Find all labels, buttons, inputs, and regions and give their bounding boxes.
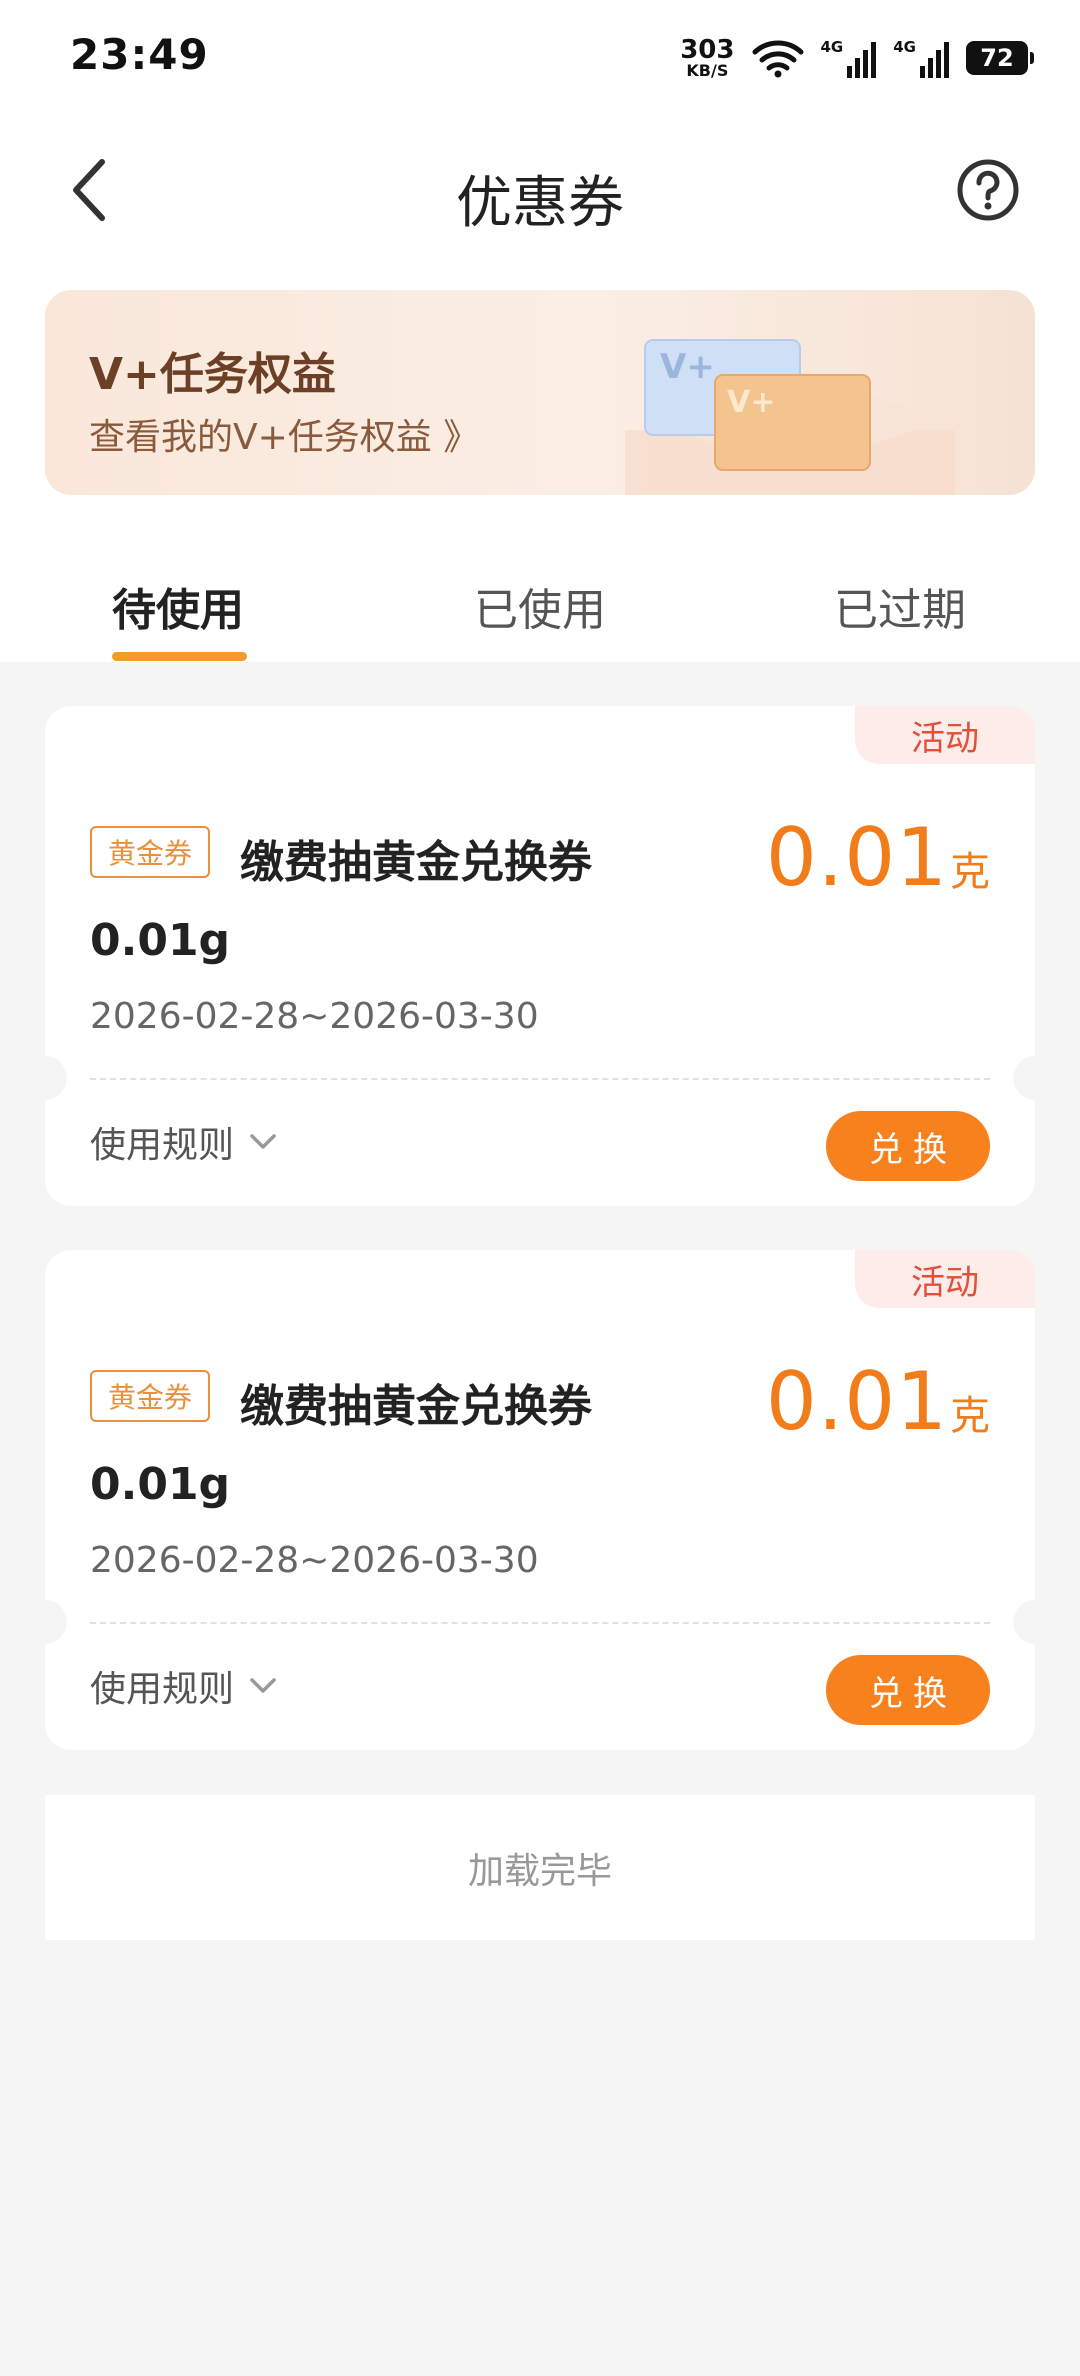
coupon-amount-value: 0.01 xyxy=(765,811,948,904)
banner-link[interactable]: 查看我的V+任务权益 》 xyxy=(89,408,479,460)
coupon-amount-unit: 克 xyxy=(950,849,990,895)
dashed-divider xyxy=(90,1078,990,1080)
vplus-banner[interactable]: V+任务权益 查看我的V+任务权益 》 V+ V+ xyxy=(45,290,1035,495)
chevron-down-icon xyxy=(250,1678,276,1693)
activity-badge: 活动 xyxy=(855,1250,1035,1308)
usage-rules-toggle[interactable]: 使用规则 xyxy=(90,1116,278,1168)
coupon-amount: 0.01 克 xyxy=(766,811,990,904)
active-tab-indicator xyxy=(112,652,247,661)
svg-text:V+: V+ xyxy=(727,385,775,420)
signal-bars-icon xyxy=(847,42,877,78)
redeem-button[interactable]: 兑换 xyxy=(826,1111,990,1181)
vplus-cards-illustration: V+ V+ xyxy=(625,339,955,495)
status-bar: 23:49 303 KB/S 4G 4G 72 xyxy=(0,0,1080,118)
signal-tag-2: 4G xyxy=(893,38,916,56)
chevron-down-icon xyxy=(250,1134,276,1149)
question-circle-icon xyxy=(957,159,1019,221)
tab-unused[interactable]: 待使用 xyxy=(112,574,244,638)
help-button[interactable] xyxy=(956,158,1020,222)
wifi-icon xyxy=(752,40,803,78)
usage-rules-label: 使用规则 xyxy=(90,1125,235,1166)
tab-used[interactable]: 已使用 xyxy=(474,574,606,638)
coupon-card: 活动 缴费抽黄金兑换券 0.01g 黄金券 0.01 克 2026-02-28~… xyxy=(45,1250,1035,1750)
network-speed: 303 KB/S xyxy=(680,37,734,79)
card-notch xyxy=(45,1600,67,1644)
cellular-signal-2: 4G xyxy=(893,38,950,78)
coupon-date-range: 2026-02-28~2026-03-30 xyxy=(90,1540,539,1581)
coupon-card: 活动 缴费抽黄金兑换券 0.01g 黄金券 0.01 克 2026-02-28~… xyxy=(45,706,1035,1206)
banner-title: V+任务权益 xyxy=(89,349,336,400)
dashed-divider xyxy=(90,1622,990,1624)
battery-level: 72 xyxy=(980,44,1014,72)
network-speed-value: 303 xyxy=(680,35,735,65)
coupon-amount-value: 0.01 xyxy=(765,1355,948,1448)
redeem-button[interactable]: 兑换 xyxy=(826,1655,990,1725)
status-time: 23:49 xyxy=(70,30,209,79)
usage-rules-label: 使用规则 xyxy=(90,1669,235,1710)
coupon-amount-unit: 克 xyxy=(950,1393,990,1439)
network-speed-unit: KB/S xyxy=(686,61,729,80)
load-complete-text: 加载完毕 xyxy=(45,1795,1035,1940)
card-notch xyxy=(45,1056,67,1100)
coupon-amount: 0.01 克 xyxy=(766,1355,990,1448)
cellular-signal-1: 4G xyxy=(821,38,878,78)
page-title: 优惠券 xyxy=(456,171,624,236)
card-notch xyxy=(1013,1600,1035,1644)
gold-coupon-tag: 黄金券 xyxy=(90,1370,211,1422)
svg-text:V+: V+ xyxy=(660,347,715,387)
activity-badge: 活动 xyxy=(855,706,1035,764)
gold-coupon-tag: 黄金券 xyxy=(90,826,211,878)
card-notch xyxy=(1013,1056,1035,1100)
signal-bars-icon xyxy=(920,42,949,78)
signal-tag-1: 4G xyxy=(820,38,844,56)
coupon-date-range: 2026-02-28~2026-03-30 xyxy=(90,996,539,1037)
usage-rules-toggle[interactable]: 使用规则 xyxy=(90,1660,278,1712)
coupon-tabs: 待使用 已使用 已过期 xyxy=(0,560,1080,662)
battery-icon: 72 xyxy=(966,41,1034,75)
header: 优惠券 xyxy=(0,130,1080,250)
status-icons: 303 KB/S 4G 4G 72 xyxy=(680,34,1034,82)
tab-expired[interactable]: 已过期 xyxy=(834,574,966,638)
